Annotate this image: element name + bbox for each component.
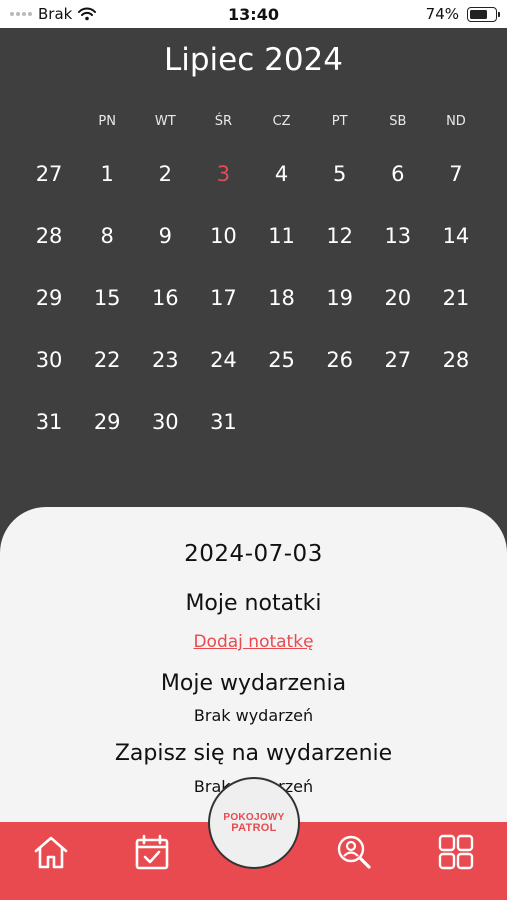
- calendar-day[interactable]: 7: [427, 152, 485, 214]
- weekday-label: PT: [331, 114, 348, 129]
- week-number: 27: [35, 162, 63, 186]
- week-number: 31: [35, 410, 63, 434]
- calendar-day[interactable]: 18: [253, 276, 311, 338]
- weekday-header: PN WT ŚR CZ PT SB ND: [20, 114, 485, 129]
- calendar-day[interactable]: 31: [194, 400, 252, 462]
- calendar-day[interactable]: 30: [136, 400, 194, 462]
- events-empty-text: Brak wydarzeń: [193, 706, 314, 725]
- home-icon: [34, 836, 68, 869]
- calendar-day[interactable]: 8: [78, 214, 136, 276]
- weekday-label: SB: [389, 114, 407, 129]
- calendar-day[interactable]: 21: [427, 276, 485, 338]
- month-title: Lipiec 2024: [163, 42, 344, 78]
- weekday-label: WT: [154, 114, 176, 129]
- tab-calendar[interactable]: [130, 830, 174, 874]
- calendar-day[interactable]: 4: [253, 152, 311, 214]
- weekday-label: ND: [446, 114, 466, 129]
- calendar-day[interactable]: 6: [369, 152, 427, 214]
- notes-heading: Moje notatki: [185, 591, 322, 616]
- calendar-day[interactable]: 15: [78, 276, 136, 338]
- week-number: 28: [35, 224, 63, 248]
- calendar-day[interactable]: 25: [253, 338, 311, 400]
- calendar-day[interactable]: 11: [253, 214, 311, 276]
- calendar-day[interactable]: 28: [427, 338, 485, 400]
- calendar-day-today[interactable]: 3: [194, 152, 252, 214]
- calendar-day[interactable]: 12: [311, 214, 369, 276]
- calendar-day[interactable]: 20: [369, 276, 427, 338]
- calendar-icon: [135, 834, 169, 870]
- grid-menu-icon: [438, 834, 474, 870]
- calendar-day[interactable]: 23: [136, 338, 194, 400]
- logo-text-line2: PATROL: [231, 822, 277, 834]
- calendar-day[interactable]: 16: [136, 276, 194, 338]
- add-note-link[interactable]: Dodaj notatkę: [0, 632, 507, 652]
- week-number: 29: [35, 286, 63, 310]
- calendar-day[interactable]: 9: [136, 214, 194, 276]
- status-bar: Brak 13:40 74%: [0, 0, 507, 28]
- calendar-day[interactable]: 2: [136, 152, 194, 214]
- weekday-label: [20, 114, 78, 129]
- tab-menu[interactable]: [434, 830, 478, 874]
- selected-date: 2024-07-03: [184, 541, 323, 567]
- calendar-day[interactable]: 10: [194, 214, 252, 276]
- tab-search-user[interactable]: [332, 830, 376, 874]
- calendar-day[interactable]: 1: [78, 152, 136, 214]
- pokojowy-patrol-logo-button[interactable]: POKOJOWY PATROL: [208, 777, 300, 869]
- calendar-day[interactable]: 19: [311, 276, 369, 338]
- calendar-grid: 27 1 2 3 4 5 6 7 28 8 9 10 11 12 13 14 2…: [20, 152, 485, 462]
- calendar-day[interactable]: 27: [369, 338, 427, 400]
- calendar-day[interactable]: 22: [78, 338, 136, 400]
- status-right: 74%: [425, 5, 500, 23]
- calendar-day[interactable]: 24: [194, 338, 252, 400]
- calendar-day[interactable]: 26: [311, 338, 369, 400]
- signup-heading: Zapisz się na wydarzenie: [114, 741, 393, 766]
- weekday-label: CZ: [272, 114, 291, 129]
- user-search-icon: [337, 835, 371, 869]
- calendar-day[interactable]: 5: [311, 152, 369, 214]
- weekday-label: PN: [98, 114, 116, 129]
- events-heading: Moje wydarzenia: [160, 671, 347, 696]
- calendar-day[interactable]: 14: [427, 214, 485, 276]
- calendar-day[interactable]: 17: [194, 276, 252, 338]
- week-number: 30: [35, 348, 63, 372]
- battery-icon: [467, 6, 500, 22]
- battery-percent: 74%: [425, 5, 459, 23]
- calendar-day[interactable]: 13: [369, 214, 427, 276]
- tab-home[interactable]: [29, 830, 73, 874]
- battery-fill: [470, 9, 488, 19]
- weekday-label: ŚR: [214, 114, 233, 129]
- calendar-day[interactable]: 29: [78, 400, 136, 462]
